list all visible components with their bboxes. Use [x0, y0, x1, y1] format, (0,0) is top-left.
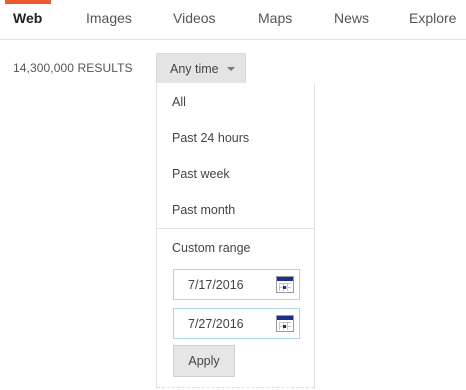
active-tab-indicator: [5, 0, 51, 4]
calendar-icon[interactable]: [276, 315, 294, 332]
calendar-icon[interactable]: [276, 276, 294, 293]
tab-news[interactable]: News: [334, 10, 369, 26]
date-to-field[interactable]: 7/27/2016: [173, 308, 300, 339]
apply-button[interactable]: Apply: [173, 345, 235, 377]
tab-maps[interactable]: Maps: [258, 10, 292, 26]
date-to-value: 7/27/2016: [188, 316, 244, 331]
menu-item-past-24-hours[interactable]: Past 24 hours: [172, 131, 249, 145]
custom-range-label: Custom range: [172, 241, 251, 255]
chevron-down-icon: [226, 67, 235, 71]
date-from-field[interactable]: 7/17/2016: [173, 269, 300, 300]
tab-videos[interactable]: Videos: [173, 10, 216, 26]
top-nav: Web Images Videos Maps News Explore: [0, 0, 466, 40]
menu-item-past-week[interactable]: Past week: [172, 167, 230, 181]
results-count: 14,300,000 RESULTS: [13, 61, 133, 75]
menu-divider: [157, 228, 314, 229]
menu-item-all[interactable]: All: [172, 95, 186, 109]
menu-bottom-edge: [157, 387, 314, 388]
time-filter-menu: All Past 24 hours Past week Past month C…: [156, 83, 315, 389]
menu-item-past-month[interactable]: Past month: [172, 203, 235, 217]
date-from-value: 7/17/2016: [188, 277, 244, 292]
tab-explore[interactable]: Explore: [409, 10, 456, 26]
time-filter-label: Any time: [170, 61, 219, 76]
time-filter-button[interactable]: Any time: [156, 53, 246, 83]
tab-images[interactable]: Images: [86, 10, 132, 26]
tab-web[interactable]: Web: [13, 10, 42, 26]
